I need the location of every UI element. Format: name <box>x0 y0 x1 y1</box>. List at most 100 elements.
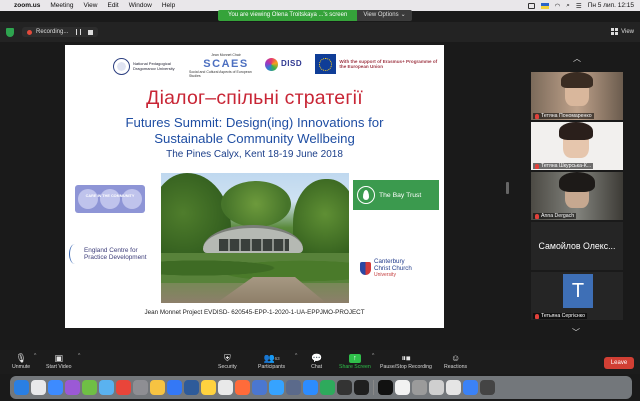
dock-app-icon[interactable] <box>99 380 114 395</box>
menu-status-area: ◠ ⌕ ☰ Пн 5 лип. 12:15 <box>527 0 634 11</box>
macos-dock <box>10 376 632 399</box>
dock-app-icon[interactable] <box>337 380 352 395</box>
people-icon: 👥 63 <box>263 352 280 363</box>
unmute-button[interactable]: 🎙 Unmute <box>12 352 30 371</box>
bay-trust-logo: The Bay Trust <box>353 180 439 210</box>
leaf-icon <box>357 186 375 204</box>
dock-app-icon[interactable] <box>320 380 335 395</box>
dock-app-icon[interactable] <box>82 380 97 395</box>
menu-view[interactable]: View <box>84 2 98 9</box>
dock-app-icon[interactable] <box>354 380 369 395</box>
chat-icon: 💬 <box>311 352 323 363</box>
dock-app-icon[interactable] <box>167 380 182 395</box>
care-community-logo: CARE IN THE COMMUNITY <box>75 185 145 213</box>
menu-help[interactable]: Help <box>162 2 175 9</box>
dock-app-icon[interactable] <box>48 380 63 395</box>
recording-indicator: Recording... <box>22 27 99 37</box>
participant-gallery: ︿ Тетяна Пономаренко Тетяна Шкурська-К..… <box>531 48 623 348</box>
menu-window[interactable]: Window <box>129 2 152 9</box>
dock-app-icon[interactable] <box>65 380 80 395</box>
dock-app-icon[interactable] <box>269 380 284 395</box>
stop-icon[interactable] <box>88 29 94 35</box>
search-icon[interactable]: ⌕ <box>566 2 570 10</box>
participant-name: Тетьяна Сергієнко <box>541 313 585 319</box>
view-button[interactable]: View <box>611 28 634 35</box>
participant-name: Тетяна Шкурська-К... <box>541 163 592 169</box>
recording-label: Recording... <box>36 29 69 35</box>
shield-icon: ⛨ <box>223 352 231 363</box>
input-source-icon[interactable] <box>540 2 549 9</box>
participant-name: Самойлов Олекс... <box>538 241 616 251</box>
dock-app-icon[interactable] <box>31 380 46 395</box>
dock-app-icon[interactable] <box>378 380 393 395</box>
participant-tile[interactable]: Тетяна Шкурська-К... <box>531 122 623 170</box>
ecpd-logo: England Centre for Practice Development <box>69 244 147 264</box>
start-video-button[interactable]: ▣ Start Video <box>46 352 72 371</box>
view-label: View <box>621 28 634 35</box>
wifi-icon[interactable]: ◠ <box>555 2 561 10</box>
panel-resize-handle[interactable] <box>506 182 509 194</box>
chat-button[interactable]: 💬 Chat <box>311 352 323 371</box>
dock-app-icon[interactable] <box>412 380 427 395</box>
dock-app-icon[interactable] <box>395 380 410 395</box>
dock-app-icon[interactable] <box>429 380 444 395</box>
menu-app-name[interactable]: zoom.us <box>14 2 40 9</box>
audio-options-caret-icon[interactable]: ^ <box>34 353 36 359</box>
dock-app-icon[interactable] <box>133 380 148 395</box>
menu-edit[interactable]: Edit <box>107 2 118 9</box>
gallery-down-chevron-icon[interactable]: ﹀ <box>572 327 580 338</box>
menu-meeting[interactable]: Meeting <box>50 2 73 9</box>
npu-logo: National Pedagogical Dragomanov Universi… <box>113 58 189 75</box>
grid-icon <box>611 28 619 35</box>
dock-app-icon[interactable] <box>446 380 461 395</box>
dock-separator <box>373 380 374 395</box>
slide-title: Діалог–спільні стратегії <box>146 87 363 109</box>
dock-app-icon[interactable] <box>235 380 250 395</box>
dock-app-icon[interactable] <box>150 380 165 395</box>
disd-mark-icon <box>265 58 278 71</box>
reactions-button[interactable]: ☺ Reactions <box>444 352 467 370</box>
dock-app-icon[interactable] <box>14 380 29 395</box>
mic-muted-icon <box>535 113 539 119</box>
pause-stop-icon: ⏸⏹ <box>401 352 411 363</box>
share-banner-message: You are viewing Olena Troitskaya ...'s s… <box>218 9 358 21</box>
share-options-caret-icon[interactable]: ^ <box>372 353 374 359</box>
npu-seal-icon <box>113 58 130 75</box>
smiley-icon: ☺ <box>450 353 461 363</box>
scaes-logo: Jean Monnet Chair SCAES Social and Cultu… <box>189 53 252 79</box>
participant-tile[interactable]: Anna Dergach <box>531 172 623 220</box>
menu-datetime[interactable]: Пн 5 лип. 12:15 <box>588 2 634 9</box>
pause-stop-recording-button[interactable]: ⏸⏹ Pause/Stop Recording <box>380 352 432 371</box>
control-center-icon[interactable]: ☰ <box>576 2 582 10</box>
participant-tile[interactable]: Тетяна Пономаренко <box>531 72 623 120</box>
dock-app-icon[interactable] <box>252 380 267 395</box>
shield-icon[interactable] <box>6 27 14 37</box>
mic-muted-icon <box>535 163 539 169</box>
share-screen-button[interactable]: ↑ Share Screen <box>339 352 371 370</box>
mic-muted-icon <box>535 313 539 319</box>
canterbury-logo: Canterbury Christ Church University <box>360 258 412 279</box>
leave-button[interactable]: Leave <box>604 357 634 369</box>
dock-app-icon[interactable] <box>480 380 495 395</box>
participant-tile[interactable]: T Тетьяна Сергієнко <box>531 272 623 320</box>
view-options-button[interactable]: View Options ⌄ <box>357 9 412 21</box>
pause-icon[interactable] <box>76 29 82 35</box>
dock-app-icon[interactable] <box>286 380 301 395</box>
ccc-shield-icon <box>360 262 371 276</box>
dock-app-icon[interactable] <box>116 380 131 395</box>
participants-button[interactable]: 👥 63 Participants <box>258 352 285 371</box>
gallery-up-chevron-icon[interactable]: ︿ <box>572 55 582 63</box>
participant-tile[interactable]: Самойлов Олекс... <box>531 222 623 270</box>
video-options-caret-icon[interactable]: ^ <box>78 353 80 359</box>
battery-icon[interactable] <box>527 2 535 9</box>
dock-app-icon[interactable] <box>463 380 478 395</box>
participants-options-caret-icon[interactable]: ^ <box>295 353 297 359</box>
dock-app-icon[interactable] <box>303 380 318 395</box>
disd-logo: DISD <box>265 58 302 71</box>
dock-app-icon[interactable] <box>218 380 233 395</box>
security-button[interactable]: ⛨ Security <box>218 352 237 371</box>
participant-name: Тетяна Пономаренко <box>541 113 592 119</box>
dock-app-icon[interactable] <box>184 380 199 395</box>
dock-app-icon[interactable] <box>201 380 216 395</box>
participant-avatar: T <box>563 274 593 308</box>
